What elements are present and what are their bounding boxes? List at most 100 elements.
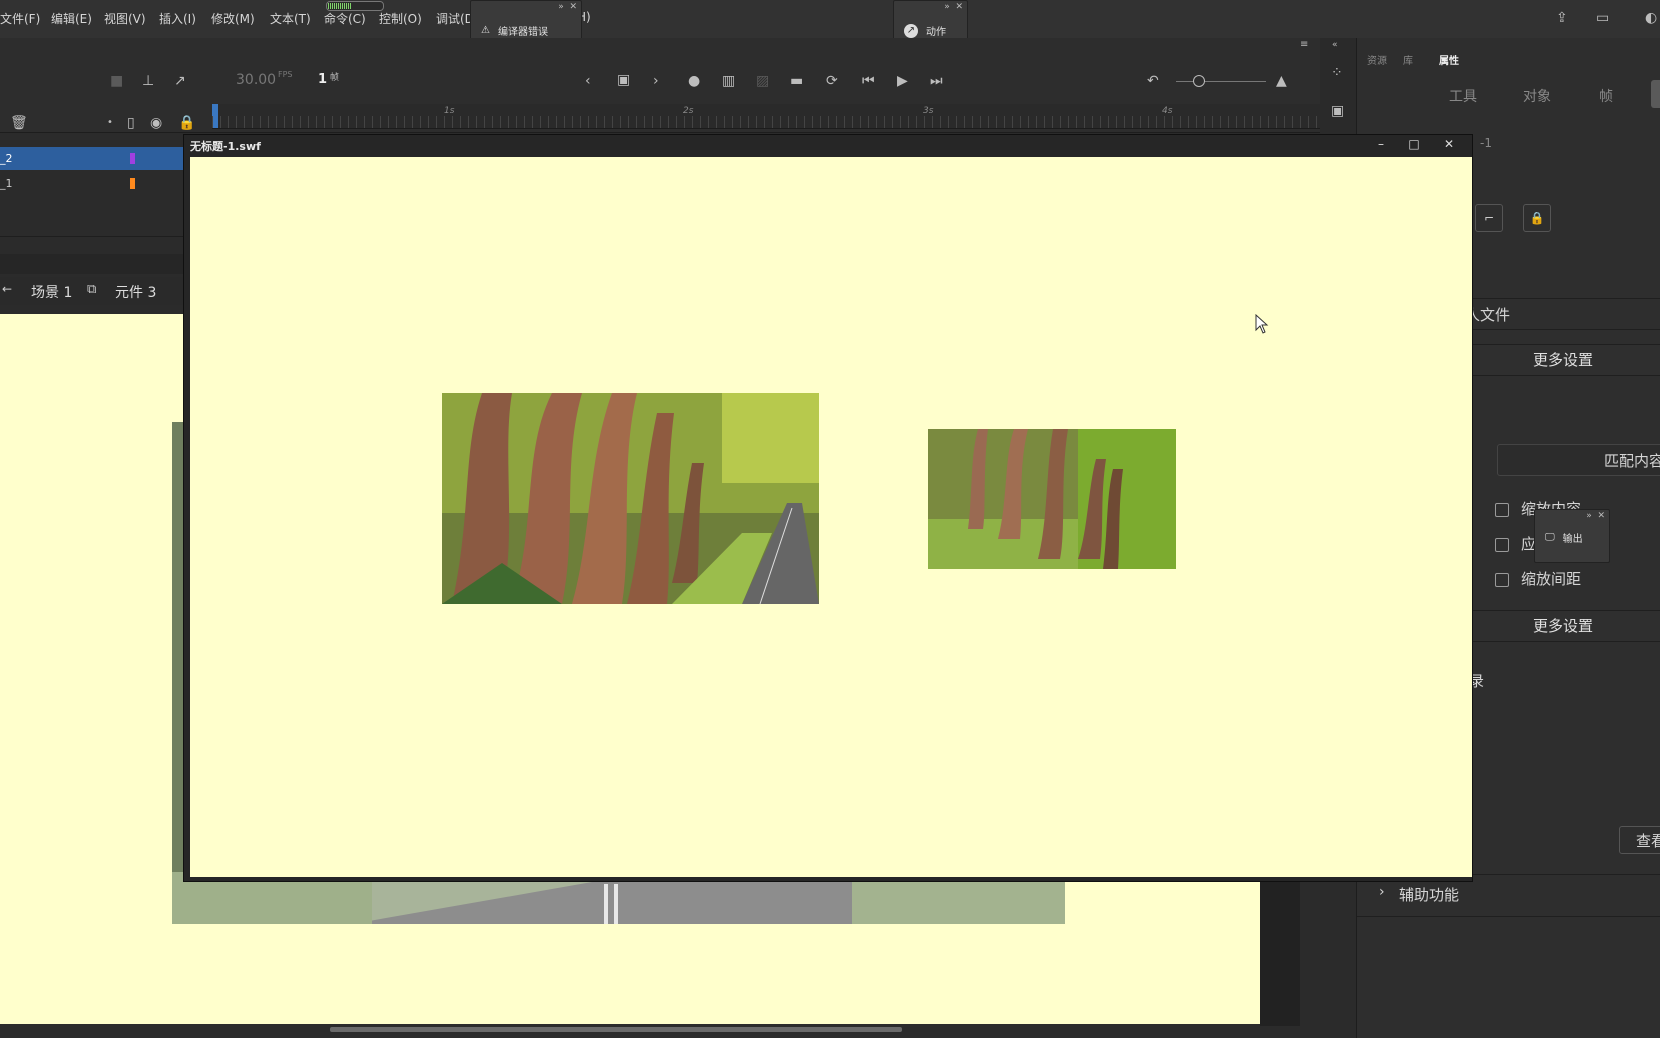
output-label: 输出 — [1562, 534, 1583, 545]
actions-label: 动作 — [926, 27, 946, 38]
layer-row[interactable]: _1 — [0, 172, 185, 195]
ruler-label: 1s — [444, 106, 455, 116]
layer-parenting-icon[interactable]: ⊥ — [142, 74, 154, 88]
zoom-slider-handle[interactable] — [1193, 75, 1205, 87]
view-label: 查看 — [1636, 832, 1660, 850]
share-icon[interactable]: ⇪ — [1556, 11, 1568, 25]
next-icon[interactable]: › — [653, 74, 659, 88]
tab-assets[interactable]: 资源 — [1367, 52, 1387, 67]
center-frame-icon[interactable]: ▣ — [617, 73, 630, 87]
swf-preview-window[interactable]: 无标题-1.swf – □ ✕ — [183, 134, 1473, 882]
layer-row[interactable]: _2 — [0, 147, 185, 170]
ruler-label: 3s — [923, 106, 934, 116]
scale-spacing-checkbox[interactable] — [1495, 573, 1509, 587]
prev-icon[interactable]: ‹ — [585, 74, 591, 88]
scale-content-checkbox[interactable] — [1495, 503, 1509, 517]
menu-control[interactable]: 控制(O) — [379, 10, 422, 27]
collapse-icon[interactable]: « — [1332, 38, 1338, 52]
chevron-right-icon[interactable]: › — [1379, 884, 1385, 900]
insert-frame-icon[interactable]: ▬ — [790, 74, 803, 88]
disabled-icon: ▨ — [756, 73, 770, 89]
close-icon[interactable]: ✕ — [1434, 135, 1464, 153]
subtab-frame[interactable]: 帧 — [1599, 86, 1613, 106]
layer-name: _2 — [0, 152, 13, 165]
doc-name: -1 — [1480, 136, 1492, 150]
loop-icon[interactable]: ⟳ — [826, 74, 838, 88]
play-circle-icon[interactable]: ◐ — [1645, 11, 1657, 25]
visibility-icon[interactable]: ◉ — [150, 116, 162, 130]
menu-insert[interactable]: 插入(I) — [159, 10, 196, 27]
zoom-fit-icon[interactable]: ▲ — [1276, 74, 1287, 88]
divider — [1357, 916, 1660, 917]
frame-number[interactable]: 1 — [318, 72, 327, 87]
panel-header: » ✕ — [558, 2, 577, 12]
library-icon[interactable]: ▣ — [1331, 104, 1344, 118]
layer-footer — [0, 254, 185, 274]
subtab-tools[interactable]: 工具 — [1449, 86, 1477, 106]
step-forward-icon[interactable]: ⏭ — [930, 74, 943, 88]
panel-header: » ✕ — [1586, 511, 1605, 521]
menu-file[interactable]: 文件(F) — [0, 10, 40, 27]
scene-bar: ← 场景 1 ⧉ 元件 3 — [0, 277, 185, 305]
outline-icon[interactable]: ▯ — [127, 116, 135, 130]
onion-skin-icon[interactable]: ● — [688, 74, 700, 88]
symbol-breadcrumb[interactable]: 元件 3 — [115, 282, 156, 302]
stage-scroll-track — [1260, 880, 1300, 1026]
menu-edit[interactable]: 编辑(E) — [51, 10, 92, 27]
lock-icon[interactable]: 🔒 — [1523, 204, 1551, 232]
mouse-cursor-icon — [1255, 314, 1269, 334]
view-button[interactable]: 查看 — [1619, 826, 1660, 854]
menu-commands[interactable]: 命令(C) — [324, 10, 366, 27]
workspace-icon[interactable]: ▭ — [1596, 11, 1609, 25]
more-settings-button[interactable]: 更多设置 — [1465, 610, 1660, 642]
menu-modify[interactable]: 修改(M) — [211, 10, 255, 27]
scale-spacing-label: 缩放间距 — [1521, 570, 1582, 588]
menu-view[interactable]: 视图(V) — [104, 10, 146, 27]
menu-text[interactable]: 文本(T) — [270, 10, 311, 27]
from-file-row[interactable]: 人文件 — [1465, 298, 1660, 330]
minimize-icon[interactable]: – — [1366, 135, 1396, 153]
panel-header: » ✕ — [944, 2, 963, 12]
output-panel[interactable]: » ✕ 🖵 输出 — [1534, 509, 1610, 563]
ruler-icon[interactable]: ⌐ — [1475, 204, 1503, 232]
timeline-ruler[interactable]: 1s 2s 3s 4s — [212, 104, 1320, 129]
progress-indicator — [326, 1, 384, 11]
maximize-icon[interactable]: □ — [1399, 135, 1429, 153]
panel-menu-icon[interactable]: ≡ — [1300, 38, 1308, 52]
horizontal-scrollbar[interactable] — [330, 1027, 902, 1032]
back-arrow-icon[interactable]: ← — [2, 282, 12, 296]
camera-icon: ■ — [110, 73, 124, 89]
lock-icon[interactable]: 🔒 — [178, 116, 195, 130]
menu-bar: 文件(F) 编辑(E) 视图(V) 插入(I) 修改(M) 文本(T) 命令(C… — [0, 0, 1660, 39]
ruler-label: 2s — [683, 106, 694, 116]
step-back-icon[interactable]: ⏮ — [862, 74, 875, 88]
match-contents-button[interactable]: 匹配内容 — [1497, 444, 1660, 476]
apply-checkbox[interactable] — [1495, 538, 1509, 552]
menu-debug[interactable]: 调试(D — [436, 10, 474, 27]
subtab-object[interactable]: 对象 — [1523, 86, 1551, 106]
fps-unit: FPS — [278, 70, 293, 79]
play-icon[interactable]: ▶ — [897, 74, 908, 88]
edit-multiple-frames-icon[interactable]: ▥ — [722, 74, 735, 88]
zoom-slider[interactable] — [1176, 81, 1266, 82]
scene-breadcrumb[interactable]: 场景 1 — [31, 282, 72, 302]
layer-color-swatch[interactable] — [130, 153, 135, 164]
ruler-ticks — [212, 116, 1320, 128]
layer-color-swatch[interactable] — [130, 178, 135, 189]
accessibility-section[interactable]: 辅助功能 — [1399, 884, 1459, 905]
frame-unit: 帧 — [330, 73, 340, 83]
tab-properties[interactable]: 属性 — [1439, 52, 1459, 67]
subtab-doc[interactable] — [1651, 80, 1660, 108]
actions-icon: ↗ — [904, 23, 918, 38]
fps-value[interactable]: 30.00 — [236, 72, 276, 88]
swf-stage[interactable] — [190, 157, 1472, 877]
delete-layer-icon[interactable]: 🗑 — [10, 116, 28, 130]
motion-presets-icon[interactable]: ⁘ — [1331, 66, 1343, 80]
graph-icon[interactable]: ↗ — [174, 74, 186, 88]
highlight-dot-icon[interactable]: • — [107, 116, 113, 130]
more-settings-button[interactable]: 更多设置 — [1465, 344, 1660, 376]
undo-icon[interactable]: ↶ — [1147, 74, 1159, 88]
forest-road-image-large[interactable] — [442, 393, 819, 604]
forest-road-image-small[interactable] — [928, 429, 1176, 569]
tab-library[interactable]: 库 — [1403, 52, 1413, 67]
